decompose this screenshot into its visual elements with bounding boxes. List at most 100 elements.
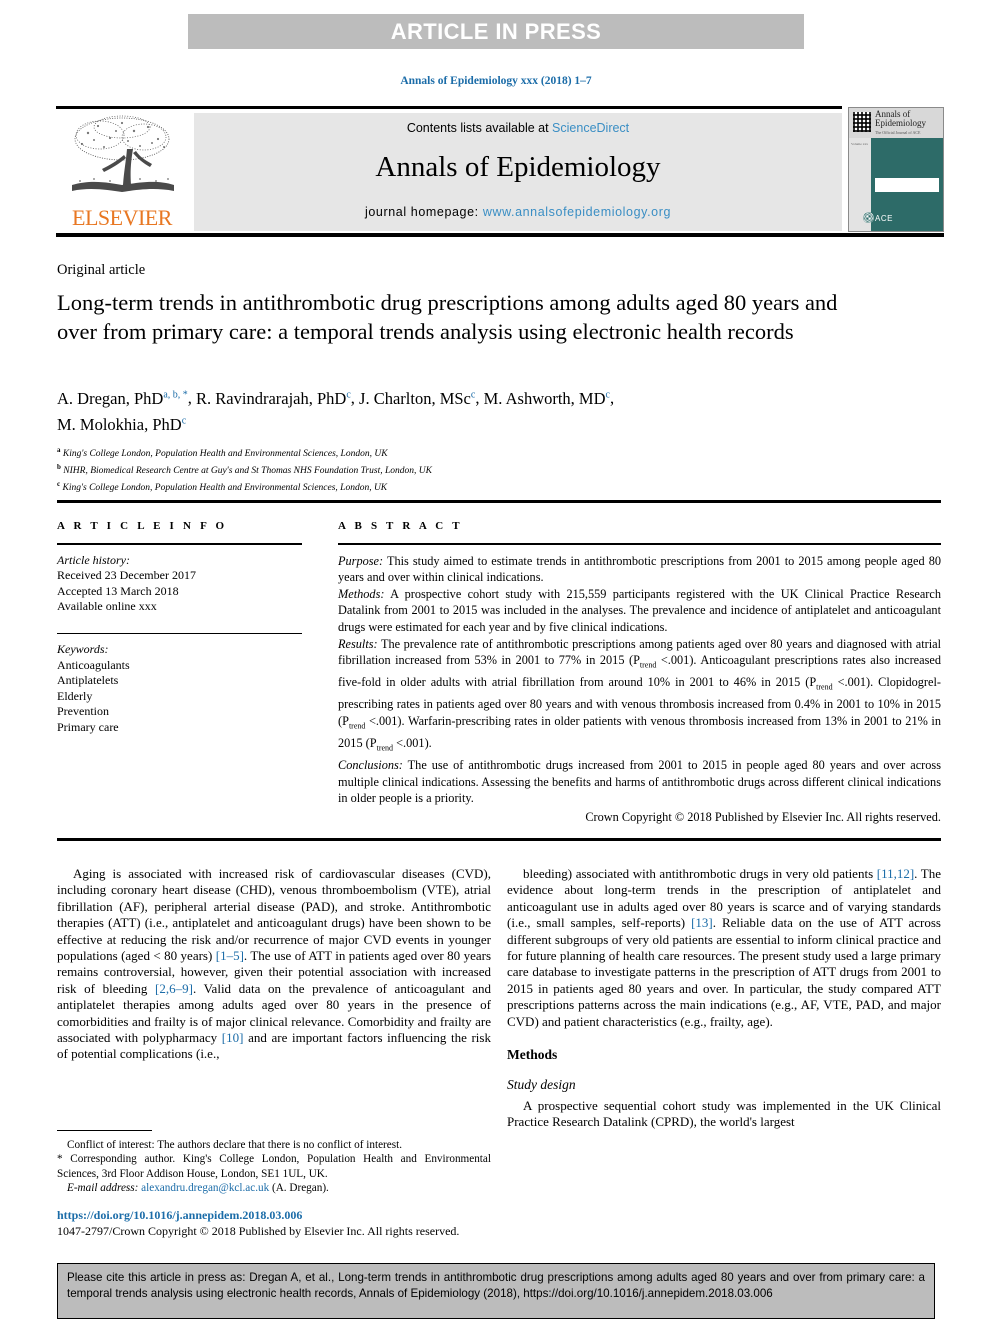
citation-ref-1-5[interactable]: [1–5] (216, 948, 244, 963)
article-history-block: Article history: Received 23 December 20… (57, 553, 302, 615)
author-1: R. Ravindrarajah, PhDc (196, 389, 351, 408)
abstract-rule (338, 543, 941, 545)
email-address-link[interactable]: alexandru.dregan@kcl.ac.uk (141, 1182, 269, 1194)
footnote-block: Conflict of interest: The authors declar… (57, 1138, 491, 1196)
author-4-name: M. Molokhia, PhD (57, 415, 182, 434)
article-info-rule-1 (57, 543, 302, 545)
abstract-results-label: Results: (338, 636, 378, 651)
article-history-label: Article history: (57, 552, 130, 567)
affiliation-a-text: King's College London, Population Health… (62, 449, 388, 460)
keyword-0: Anticoagulants (57, 657, 130, 672)
affiliation-c-mark: c (57, 480, 61, 489)
abstract-heading: A B S T R A C T (338, 520, 463, 532)
affiliation-b-text: NIHR, Biomedical Research Centre at Guy'… (63, 466, 432, 477)
author-0-marks: a, b, * (163, 389, 188, 400)
elsevier-wordmark: ELSEVIER (72, 205, 172, 230)
affiliation-b: b NIHR, Biomedical Research Centre at Gu… (57, 461, 757, 478)
masthead-panel: Contents lists available at ScienceDirec… (194, 113, 842, 231)
footnote-separator-rule (57, 1130, 152, 1132)
body-paragraph-left: Aging is associated with increased risk … (57, 866, 491, 1063)
contents-prefix: Contents lists available at (406, 121, 553, 135)
running-head: Annals of Epidemiology xxx (2018) 1–7 (400, 75, 592, 87)
author-1-name: R. Ravindrarajah, PhD (196, 388, 347, 408)
body-column-right: bleeding) associated with antithrombotic… (507, 866, 941, 1131)
email-address-label: E-mail address: (67, 1182, 139, 1195)
sciencedirect-link[interactable]: ScienceDirect (552, 121, 629, 135)
journal-cover-thumbnail[interactable]: Annals of Epidemiology The Official Jour… (848, 107, 944, 232)
article-info-column: A R T I C L E I N F O Article history: R… (57, 520, 302, 735)
please-cite-box: Please cite this article in press as: Dr… (57, 1263, 935, 1319)
author-3-name: M. Ashworth, MD (483, 388, 606, 408)
abstract-results-sub-4: trend (376, 743, 394, 753)
article-info-heading: A R T I C L E I N F O (57, 520, 228, 532)
article-title: Long-term trends in antithrombotic drug … (57, 290, 838, 344)
citation-ref-10[interactable]: [10] (222, 1030, 244, 1045)
abstract-area-bottom-rule (57, 838, 941, 841)
article-info-rule-2 (57, 632, 302, 635)
please-cite-text: Please cite this article in press as: Dr… (67, 1271, 925, 1300)
keywords-block: Keywords: Anticoagulants Antiplatelets E… (57, 642, 302, 735)
abstract-results-sub-2: trend (816, 682, 833, 692)
affiliation-c: c King's College London, Population Heal… (57, 478, 757, 495)
citation-ref-13[interactable]: [13] (691, 915, 713, 930)
article-history-received: Received 23 December 2017 (57, 568, 196, 583)
cover-spine-text: Volume xxx (851, 142, 868, 146)
abstract-methods-text: A prospective cohort study with 215,559 … (338, 586, 941, 634)
abstract-conclusions: Conclusions: The use of antithrombotic d… (338, 757, 941, 807)
abstract-methods: Methods: A prospective cohort study with… (338, 586, 941, 636)
abstract-copyright: Crown Copyright © 2018 Published by Else… (585, 809, 941, 824)
footnote-email: E-mail address: alexandru.dregan@kcl.ac.… (57, 1181, 491, 1195)
article-history-online: Available online xxx (57, 599, 157, 614)
citation-ref-11-12[interactable]: [11,12] (877, 866, 914, 881)
journal-homepage-line: journal homepage: www.annalsofepidemiolo… (194, 205, 842, 219)
body-right-1: bleeding) associated with antithrombotic… (523, 866, 877, 881)
cover-white-band (875, 178, 939, 192)
article-in-press-label: ARTICLE IN PRESS (390, 18, 602, 44)
email-address-suffix: (A. Dregan). (269, 1182, 329, 1195)
masthead-bottom-rule (56, 233, 944, 237)
article-in-press-banner: ARTICLE IN PRESS (188, 14, 804, 49)
keyword-3: Prevention (57, 704, 109, 719)
abstract-purpose-label: Purpose: (338, 553, 384, 568)
affiliation-a-mark: a (57, 446, 61, 454)
citation-ref-2-6-9[interactable]: [2,6–9] (155, 981, 193, 996)
journal-masthead: ELSEVIER Contents lists available at Sci… (56, 106, 944, 237)
abstract-column: A B S T R A C T Purpose: This study aime… (338, 520, 941, 825)
author-4-marks: c (181, 415, 187, 427)
body-paragraph-right: bleeding) associated with antithrombotic… (507, 866, 941, 1030)
cover-title: Annals of Epidemiology (875, 109, 926, 128)
body-paragraph-study-design: A prospective sequential cohort study wa… (507, 1097, 941, 1130)
author-2-name: J. Charlton, MSc (359, 388, 471, 408)
abstract-results: Results: The prevalence rate of antithro… (338, 636, 941, 757)
affiliation-a: a King's College London, Population Heal… (57, 444, 757, 461)
author-3: M. Ashworth, MDc (484, 389, 610, 408)
affiliation-c-text: King's College London, Population Health… (62, 483, 388, 494)
elsevier-logo: ELSEVIER (58, 113, 186, 231)
journal-homepage-link[interactable]: www.annalsofepidemiology.org (483, 205, 671, 219)
cover-header-band: Annals of Epidemiology The Official Jour… (849, 108, 943, 138)
footnote-conflict-of-interest: Conflict of interest: The authors declar… (67, 1139, 402, 1151)
author-2: J. Charlton, MScc (359, 389, 475, 408)
section-heading-methods: Methods (507, 1047, 558, 1063)
homepage-prefix: journal homepage: (364, 205, 483, 219)
issn-copyright-line: 1047-2797/Crown Copyright © 2018 Publish… (57, 1224, 460, 1238)
abstract-results-sub-1: trend (639, 660, 657, 670)
author-list: A. Dregan, PhDa, b, *, R. Ravindrarajah,… (57, 388, 615, 435)
author-1-marks: c (346, 389, 351, 400)
imprint-block: https://doi.org/10.1016/j.annepidem.2018… (57, 1207, 517, 1239)
footnote-corresponding-author: * Corresponding author. King's College L… (57, 1152, 491, 1181)
author-4: M. Molokhia, PhDc (57, 415, 186, 434)
abstract-purpose-text: This study aimed to estimate trends in a… (338, 553, 941, 585)
journal-title: Annals of Epidemiology (375, 151, 661, 183)
doi-link[interactable]: https://doi.org/10.1016/j.annepidem.2018… (57, 1207, 517, 1223)
author-2-marks: c (470, 389, 476, 400)
abstract-results-5: <.001). (393, 735, 432, 750)
abstract-purpose: Purpose: This study aimed to estimate tr… (338, 553, 941, 586)
contents-list-line: Contents lists available at ScienceDirec… (194, 121, 842, 135)
qr-code-icon (853, 112, 871, 132)
keywords-label: Keywords: (57, 642, 109, 657)
author-3-marks: c (605, 389, 610, 400)
ace-logo-icon (863, 212, 874, 223)
keyword-2: Elderly (57, 688, 93, 703)
author-0-name: A. Dregan, PhD (57, 388, 164, 408)
